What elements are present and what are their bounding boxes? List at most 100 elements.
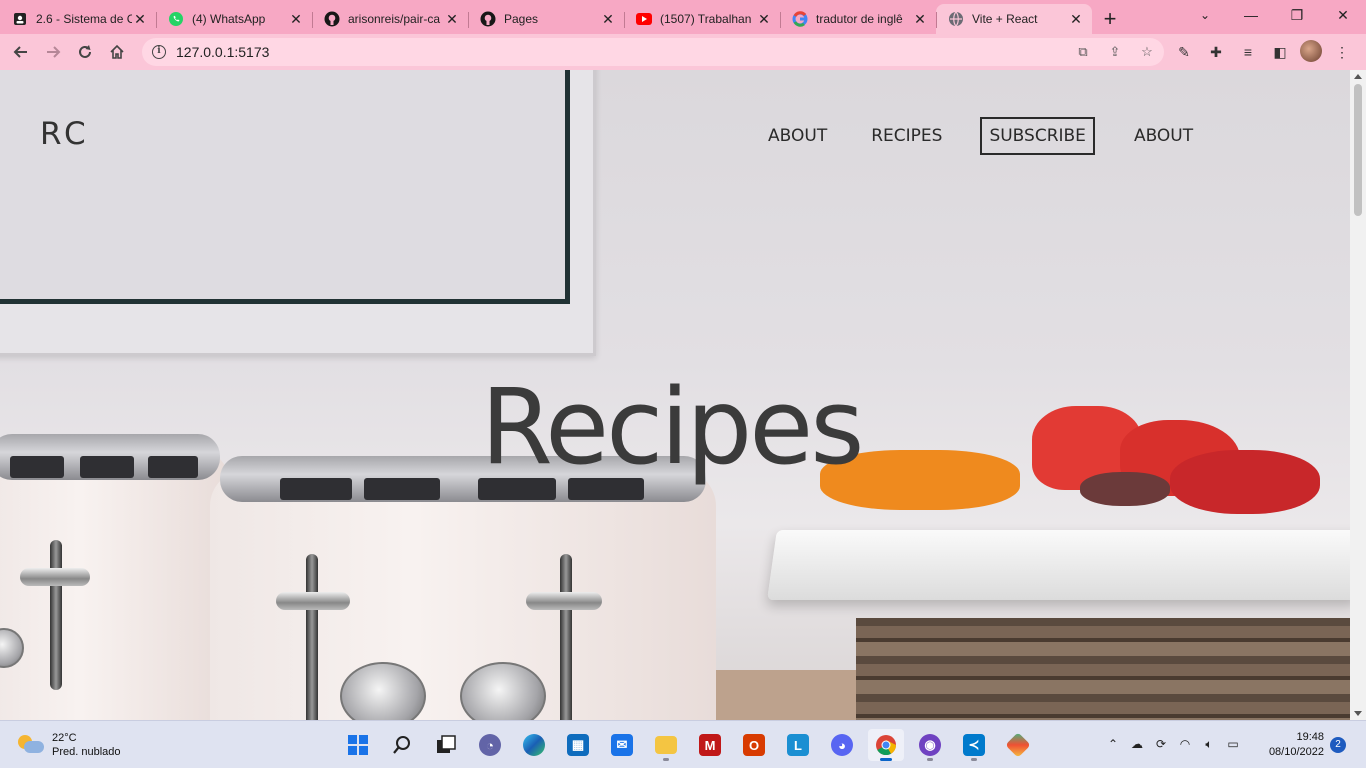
github-desktop-icon[interactable]: ◉ [912,729,948,761]
new-tab-button[interactable]: + [1092,4,1128,34]
sync-icon[interactable]: ⟳ [1152,735,1170,753]
close-tab-icon[interactable]: ✕ [444,11,460,28]
youtube-icon [636,11,652,27]
browser-tab[interactable]: arisonreis/pair-ca ✕ [312,4,468,34]
nav-recipes-link[interactable]: RECIPES [871,126,942,146]
tab-title: (4) WhatsApp [192,12,266,26]
google-icon [792,11,808,27]
notification-badge[interactable]: 2 [1330,737,1346,753]
restore-icon[interactable]: ❐ [1274,0,1320,30]
scroll-down-arrow-icon[interactable] [1354,711,1362,716]
close-tab-icon[interactable]: ✕ [132,11,148,28]
window-controls: — ❐ ✕ [1228,0,1366,30]
minimize-icon[interactable]: — [1228,0,1274,30]
url-text[interactable]: 127.0.0.1:5173 [176,44,269,60]
volume-icon[interactable]: 🔈︎ [1200,735,1218,753]
media-control-icon[interactable]: ≡ [1236,40,1260,64]
page-viewport: RC ABOUT RECIPES SUBSCRIBE ABOUT Recipes [0,70,1350,720]
bookmark-star-icon[interactable]: ☆ [1138,43,1156,61]
tab-title: tradutor de inglê [816,12,903,26]
page-scrollbar[interactable] [1350,70,1366,720]
globe-icon [948,11,964,27]
browser-tab[interactable]: Pages ✕ [468,4,624,34]
classroom-icon [12,11,28,27]
chevron-up-icon[interactable]: ⌃ [1104,735,1122,753]
site-nav: ABOUT RECIPES SUBSCRIBE ABOUT [768,117,1193,155]
nav-subscribe-button[interactable]: SUBSCRIBE [980,117,1095,155]
toaster-decoration [0,434,230,720]
home-icon[interactable] [104,40,130,64]
discord-icon[interactable]: ◕ [824,729,860,761]
git-icon[interactable] [1000,729,1036,761]
close-tab-icon[interactable]: ✕ [912,11,928,28]
nav-about-link-2[interactable]: ABOUT [1134,126,1193,146]
windows-taskbar: 22°C Pred. nublado ◔ ▦ ✉ M O L ◕ ◉ ≺ ⌃ ☁… [0,720,1366,768]
clock-date: 08/10/2022 [1268,746,1324,758]
kebab-menu-icon[interactable]: ⋮ [1330,40,1354,64]
close-tab-icon[interactable]: ✕ [600,11,616,28]
battery-icon[interactable]: ▭ [1224,735,1242,753]
whatsapp-icon [168,11,184,27]
site-info-icon[interactable]: i [152,45,166,59]
vscode-icon[interactable]: ≺ [956,729,992,761]
browser-tab-strip: 2.6 - Sistema de C ✕ (4) WhatsApp ✕ aris… [0,0,1366,34]
onedrive-warning-icon[interactable]: ☁ [1128,735,1146,753]
close-tab-icon[interactable]: ✕ [1068,11,1084,28]
tab-title: 2.6 - Sistema de C [36,12,132,26]
back-arrow-icon[interactable] [8,40,34,64]
browser-tab[interactable]: (4) WhatsApp ✕ [156,4,312,34]
close-window-icon[interactable]: ✕ [1320,0,1366,30]
translate-icon[interactable]: ⧉ [1074,43,1092,61]
teams-chat-icon[interactable]: ◔ [472,729,508,761]
browser-toolbar: i 127.0.0.1:5173 ⧉ ⇪ ☆ ✎ ✚ ≡ ◧ ⋮ [0,34,1366,70]
wall-frame-inner-decoration [0,70,570,304]
l-app-icon[interactable]: L [780,729,816,761]
profile-avatar[interactable] [1300,40,1322,62]
weather-description: Pred. nublado [52,746,121,758]
github-icon [480,11,496,27]
wifi-icon[interactable]: ◠ [1176,735,1194,753]
forward-arrow-icon[interactable] [40,40,66,64]
hero-title: Recipes [480,366,865,488]
system-clock[interactable]: 19:48 08/10/2022 [1260,730,1324,760]
chrome-icon[interactable] [868,729,904,761]
scroll-up-arrow-icon[interactable] [1354,74,1362,79]
tab-search-chevron-icon[interactable]: ⌄ [1194,4,1216,26]
close-tab-icon[interactable]: ✕ [756,11,772,28]
wooden-crates-decoration [856,618,1350,720]
extensions-puzzle-icon[interactable]: ✚ [1204,40,1228,64]
browser-tab[interactable]: tradutor de inglê ✕ [780,4,936,34]
fruit-plate-decoration [767,530,1350,600]
tab-title: (1507) Trabalhan [660,12,752,26]
office-icon[interactable]: O [736,729,772,761]
task-view-icon[interactable] [428,729,464,761]
weather-widget[interactable]: 22°C Pred. nublado [18,731,121,759]
store-icon[interactable]: ▦ [560,729,596,761]
nav-about-link[interactable]: ABOUT [768,126,827,146]
file-explorer-icon[interactable] [648,729,684,761]
tab-title: Pages [504,12,539,26]
clock-time: 19:48 [1296,731,1324,743]
weather-temperature: 22°C [52,732,77,744]
toaster-decoration [210,456,716,720]
edge-icon[interactable] [516,729,552,761]
browser-tab-active[interactable]: Vite + React ✕ [936,4,1092,34]
search-icon[interactable] [384,729,420,761]
github-icon [324,11,340,27]
system-tray: ⌃ ☁ ⟳ ◠ 🔈︎ ▭ [1104,735,1242,753]
mail-icon[interactable]: ✉ [604,729,640,761]
browser-tab[interactable]: (1507) Trabalhan ✕ [624,4,780,34]
address-bar[interactable]: i 127.0.0.1:5173 ⧉ ⇪ ☆ [142,38,1164,66]
tab-title: Vite + React [972,12,1038,26]
scrollbar-thumb[interactable] [1354,84,1362,216]
site-logo[interactable]: RC [40,116,90,152]
windows-start-icon[interactable] [340,729,376,761]
mcafee-icon[interactable]: M [692,729,728,761]
share-icon[interactable]: ⇪ [1106,43,1124,61]
side-panel-icon[interactable]: ◧ [1268,40,1292,64]
close-tab-icon[interactable]: ✕ [288,11,304,28]
partly-cloudy-icon [18,735,44,755]
browser-tab[interactable]: 2.6 - Sistema de C ✕ [0,4,156,34]
reload-icon[interactable] [72,40,98,64]
eyedropper-extension-icon[interactable]: ✎ [1172,40,1196,64]
